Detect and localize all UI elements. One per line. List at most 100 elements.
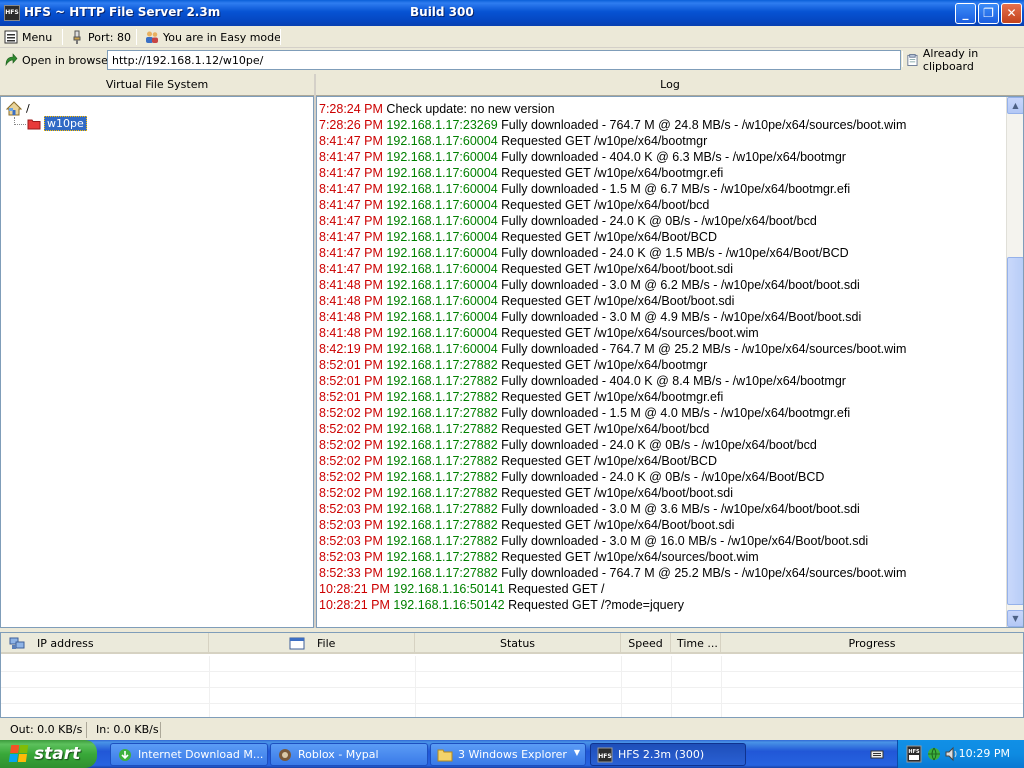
log-entry: 8:52:03 PM 192.168.1.17:27882 Requested … (319, 549, 1005, 565)
mode-button[interactable]: You are in Easy mode (145, 28, 281, 46)
menu-icon (4, 30, 18, 44)
keyboard-icon[interactable] (870, 747, 884, 761)
home-icon (6, 101, 22, 116)
log-ip: 192.168.1.17:27882 (386, 486, 498, 500)
column-file[interactable]: File (209, 633, 415, 654)
log-ip: 192.168.1.17:60004 (386, 326, 498, 340)
clipboard-button[interactable]: Already in clipboard (906, 47, 1024, 73)
menu-label: Menu (22, 30, 53, 44)
log-time: 10:28:21 PM (319, 598, 390, 612)
log-time: 8:41:47 PM (319, 214, 383, 228)
url-field[interactable] (107, 50, 901, 70)
toolbar-separator (62, 29, 63, 45)
tree-item-w10pe[interactable]: w10pe (27, 116, 87, 131)
log-time: 8:52:02 PM (319, 470, 383, 484)
speaker-icon[interactable] (944, 746, 960, 762)
table-row (1, 671, 1023, 672)
log-time: 8:41:47 PM (319, 182, 383, 196)
log-entry: 8:52:02 PM 192.168.1.17:27882 Requested … (319, 485, 1005, 501)
out-speed: Out: 0.0 KB/s (10, 723, 83, 736)
task-windows-explorer[interactable]: 3 Windows Explorer ▼ (430, 743, 586, 766)
toolbar-separator (902, 51, 903, 67)
port-button[interactable]: Port: 80 (70, 28, 131, 46)
task-hfs[interactable]: HFS HFS 2.3m (300) (590, 743, 746, 766)
column-status[interactable]: Status (415, 633, 621, 654)
scroll-down-button[interactable]: ▼ (1007, 610, 1023, 627)
toolbar-separator (136, 29, 137, 45)
log-panel[interactable]: 7:28:24 PM Check update: no new version 7… (316, 96, 1024, 628)
log-entry: 8:52:02 PM 192.168.1.17:27882 Fully down… (319, 437, 1005, 453)
column-divider (209, 656, 210, 717)
log-ip: 192.168.1.17:27882 (386, 550, 498, 564)
log-ip: 192.168.1.17:60004 (386, 198, 498, 212)
scroll-up-button[interactable]: ▲ (1007, 97, 1023, 114)
log-message: Fully downloaded - 764.7 M @ 25.2 MB/s -… (501, 566, 907, 580)
log-message: Requested GET /w10pe/x64/boot/boot.sdi (501, 262, 733, 276)
column-ip-address[interactable]: IP address (1, 633, 209, 654)
column-speed[interactable]: Speed (621, 633, 671, 654)
log-message: Fully downloaded - 24.0 K @ 1.5 MB/s - /… (501, 246, 849, 260)
log-entry: 7:28:26 PM 192.168.1.17:23269 Fully down… (319, 117, 1005, 133)
log-ip: 192.168.1.17:60004 (386, 342, 498, 356)
log-message: Requested GET / (508, 582, 605, 596)
log-entry: 8:41:47 PM 192.168.1.17:60004 Requested … (319, 165, 1005, 181)
connections-table[interactable]: IP address File Status Speed Time ... Pr… (0, 632, 1024, 718)
log-time: 10:28:21 PM (319, 582, 390, 596)
log-entry: 7:28:24 PM Check update: no new version (319, 101, 1005, 117)
log-time: 8:52:03 PM (319, 534, 383, 548)
log-time: 8:41:47 PM (319, 150, 383, 164)
log-message: Requested GET /w10pe/x64/bootmgr.efi (501, 166, 724, 180)
log-time: 8:52:02 PM (319, 422, 383, 436)
svg-text:HFS: HFS (598, 753, 611, 760)
log-time: 8:41:48 PM (319, 310, 383, 324)
log-ip: 192.168.1.17:60004 (386, 150, 498, 164)
log-ip: 192.168.1.16:50142 (393, 598, 505, 612)
tree-root[interactable]: / (6, 101, 30, 116)
plug-icon (73, 30, 81, 44)
column-divider (721, 656, 722, 717)
task-roblox-mypal[interactable]: Roblox - Mypal (270, 743, 428, 766)
log-message: Fully downloaded - 3.0 M @ 6.2 MB/s - /w… (501, 278, 860, 292)
status-divider (160, 722, 161, 738)
toolbar-separator (280, 29, 281, 45)
mode-label: You are in Easy mode (163, 30, 281, 44)
task-internet-download-manager[interactable]: Internet Download M... (110, 743, 268, 766)
log-entry: 8:42:19 PM 192.168.1.17:60004 Fully down… (319, 341, 1005, 357)
task-label: HFS 2.3m (300) (618, 748, 705, 761)
clock[interactable]: 10:29 PM (959, 747, 1010, 760)
close-button[interactable]: ✕ (1001, 3, 1022, 24)
log-ip: 192.168.1.17:27882 (386, 390, 498, 404)
users-icon (146, 31, 158, 43)
menu-button[interactable]: Menu (4, 28, 52, 46)
log-message: Requested GET /w10pe/x64/bootmgr.efi (501, 390, 724, 404)
log-entry: 8:52:01 PM 192.168.1.17:27882 Fully down… (319, 373, 1005, 389)
log-time: 8:41:47 PM (319, 230, 383, 244)
log-lines: 7:28:24 PM Check update: no new version 7… (319, 101, 1005, 613)
log-entry: 8:52:02 PM 192.168.1.17:27882 Requested … (319, 421, 1005, 437)
vfs-tree[interactable]: / w10pe (0, 96, 314, 628)
log-entry: 8:41:47 PM 192.168.1.17:60004 Fully down… (319, 245, 1005, 261)
log-scrollbar[interactable]: ▲ ▼ (1006, 97, 1023, 627)
log-message: Fully downloaded - 3.0 M @ 4.9 MB/s - /w… (501, 310, 862, 324)
open-in-browser-label: Open in browser (22, 53, 113, 67)
in-speed: In: 0.0 KB/s (96, 723, 159, 736)
column-time[interactable]: Time ... (671, 633, 721, 654)
title-bar[interactable]: HFS HFS ~ HTTP File Server 2.3m Build 30… (0, 0, 1024, 26)
log-ip: 192.168.1.17:27882 (386, 454, 498, 468)
log-message: Fully downloaded - 764.7 M @ 25.2 MB/s -… (501, 342, 907, 356)
scroll-thumb[interactable] (1007, 257, 1023, 605)
log-entry: 8:52:03 PM 192.168.1.17:27882 Requested … (319, 517, 1005, 533)
column-progress[interactable]: Progress (721, 633, 1023, 654)
minimize-button[interactable]: _ (955, 3, 976, 24)
start-button[interactable]: start (0, 740, 97, 768)
restore-button[interactable]: ❐ (978, 3, 999, 24)
hfs-tray-icon[interactable]: HFS (906, 745, 922, 763)
log-time: 8:41:48 PM (319, 294, 383, 308)
open-in-browser-button[interactable]: Open in browser (4, 51, 112, 69)
windows-logo-icon (8, 745, 30, 763)
log-ip: 192.168.1.17:60004 (386, 230, 498, 244)
log-ip: 192.168.1.17:27882 (386, 358, 498, 372)
log-ip: 192.168.1.17:60004 (386, 214, 498, 228)
network-tray-icon[interactable] (926, 746, 942, 762)
log-entry: 8:52:03 PM 192.168.1.17:27882 Fully down… (319, 501, 1005, 517)
